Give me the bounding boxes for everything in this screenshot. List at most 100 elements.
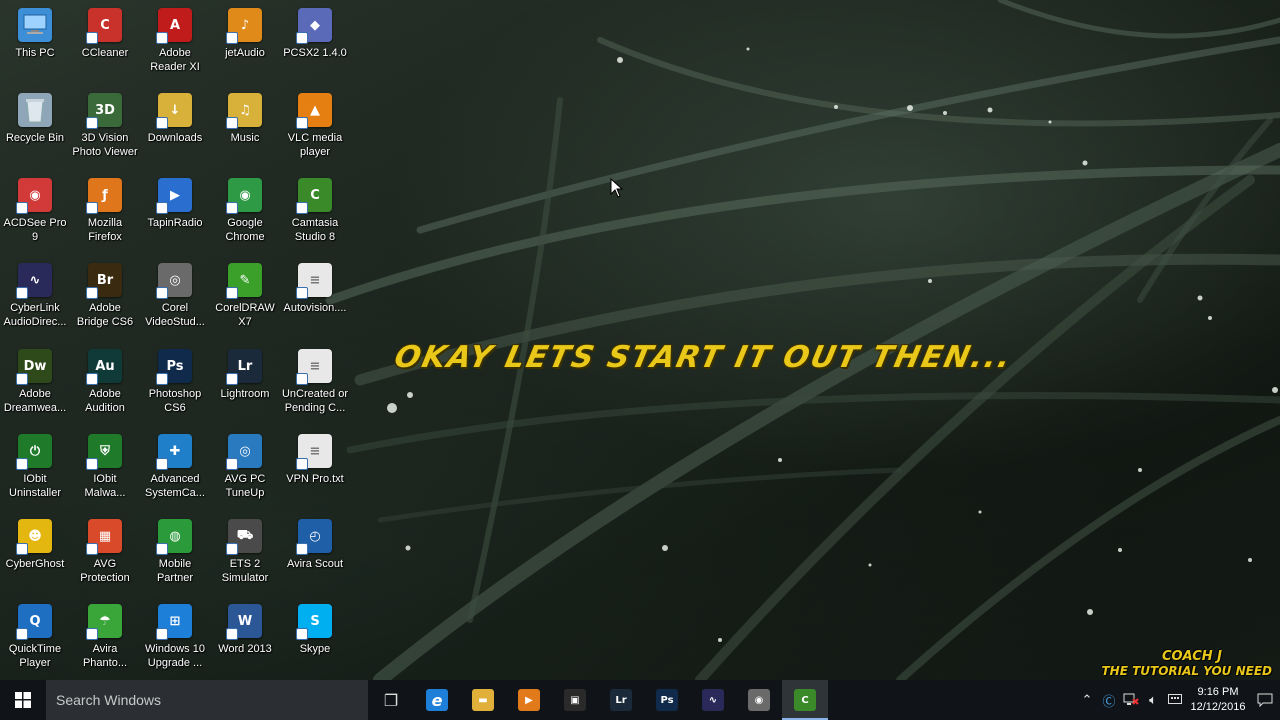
edge-button[interactable]: e [414, 680, 460, 720]
audiodirector-button[interactable]: ∿ [690, 680, 736, 720]
desktop-icon[interactable]: ◎ AVG PC TuneUp [210, 430, 280, 514]
volume-icon[interactable]: 🔈︎ [1142, 680, 1164, 720]
desktop-icon[interactable]: Recycle Bin [0, 89, 70, 173]
desktop-icon[interactable]: ◎ Corel VideoStud... [140, 259, 210, 343]
desktop-icon[interactable]: W Word 2013 [210, 600, 280, 680]
desktop-icon-label: Music [230, 132, 260, 144]
desktop-icon-label: Lightroom [220, 388, 270, 400]
desktop-icon[interactable]: ⊞ Windows 10 Upgrade ... [140, 600, 210, 680]
desktop-icon-label: Avira Scout [286, 558, 344, 570]
desktop-icon-label: Windows 10 Upgrade ... [145, 643, 205, 669]
lightroom-icon: Lr [610, 689, 632, 711]
desktop-icon[interactable]: ≡ VPN Pro.txt [280, 430, 350, 514]
desktop-icon-label: Adobe Dreamwea... [3, 388, 67, 414]
store-button[interactable]: ▣ [552, 680, 598, 720]
desktop-icon[interactable]: ◴ Avira Scout [280, 515, 350, 599]
desktop-icon[interactable]: Ps Photoshop CS6 [140, 345, 210, 429]
desktop-icon[interactable]: ≡ UnCreated or Pending C... [280, 345, 350, 429]
desktop-icon-label: jetAudio [225, 47, 265, 59]
desktop-icon[interactable]: ≡ Autovision.... [280, 259, 350, 343]
desktop-icon[interactable]: Dw Adobe Dreamwea... [0, 345, 70, 429]
desktop[interactable]: This PC Recycle Bin ◉ ACDSee Pro 9 ∿ CyberLin… [0, 0, 1280, 680]
camera-button[interactable]: ◉ [736, 680, 782, 720]
desktop-icon-label: 3D Vision Photo Viewer [72, 132, 138, 158]
cyberghost-icon: ☻ [16, 519, 52, 555]
desktop-icon[interactable]: ◍ Mobile Partner [140, 515, 210, 599]
tapinradio-icon: ▶ [156, 178, 192, 214]
adobe-reader-icon: A [156, 8, 192, 44]
overlay-caption: OKAY LETS START IT OUT THEN... [391, 340, 1016, 375]
taskbar: Search Windows ❐ e ▬ ▶ ▣ Lr Ps ∿ ◉ C ⌃ Ⓒ 🔈︎ 9:16 … [0, 680, 1280, 720]
desktop-icon[interactable]: ♫ Music [210, 89, 280, 173]
file-explorer-button[interactable]: ▬ [460, 680, 506, 720]
clock[interactable]: 9:16 PM 12/12/2016 [1186, 685, 1250, 715]
task-view-button[interactable]: ❐ [368, 680, 414, 720]
desktop-icon[interactable]: ∿ CyberLink AudioDirec... [0, 259, 70, 343]
desktop-icon[interactable]: ƒ Mozilla Firefox [70, 174, 140, 258]
desktop-icon[interactable]: ▲ VLC media player [280, 89, 350, 173]
acdsee-icon: ◉ [16, 178, 52, 214]
jetaudio-icon: ♪ [226, 8, 262, 44]
desktop-icon[interactable]: ↓ Downloads [140, 89, 210, 173]
input-indicator-icon[interactable] [1164, 680, 1186, 720]
desktop-icon[interactable]: ⛨ IObit Malwa... [70, 430, 140, 514]
lightroom-button[interactable]: Lr [598, 680, 644, 720]
desktop-icon[interactable]: ✎ CorelDRAW X7 [210, 259, 280, 343]
watermark: COACH J THE TUTORIAL YOU NEED [1101, 650, 1272, 679]
desktop-icon[interactable]: Au Adobe Audition [70, 345, 140, 429]
desktop-icon-label: AVG Protection [80, 558, 130, 584]
network-icon[interactable] [1120, 680, 1142, 720]
search-placeholder: Search Windows [56, 692, 162, 708]
desktop-icon[interactable]: C CCleaner [70, 4, 140, 88]
desktop-icon[interactable]: Br Adobe Bridge CS6 [70, 259, 140, 343]
desktop-icon-label: Recycle Bin [5, 132, 65, 144]
ccleaner-tray-icon[interactable]: Ⓒ [1098, 680, 1120, 720]
desktop-icon[interactable]: A Adobe Reader XI [140, 4, 210, 88]
photoshop-button[interactable]: Ps [644, 680, 690, 720]
desktop-icon-label: Corel VideoStud... [145, 302, 205, 328]
start-button[interactable] [0, 680, 46, 720]
mouse-cursor-icon [610, 178, 624, 198]
desktop-icon[interactable]: ☻ CyberGhost [0, 515, 70, 599]
desktop-icon[interactable]: ◉ ACDSee Pro 9 [0, 174, 70, 258]
avg-tuneup-icon: ◎ [226, 434, 262, 470]
desktop-icon-label: ACDSee Pro 9 [3, 217, 67, 243]
desktop-icon-label: Mozilla Firefox [87, 217, 123, 243]
pinned-apps: ❐ e ▬ ▶ ▣ Lr Ps ∿ ◉ C [368, 680, 828, 720]
desktop-icon[interactable]: Q QuickTime Player [0, 600, 70, 680]
desktop-icon[interactable]: ♪ jetAudio [210, 4, 280, 88]
desktop-icon[interactable]: ▦ AVG Protection [70, 515, 140, 599]
desktop-icon-label: VPN Pro.txt [286, 473, 344, 485]
desktop-icon[interactable]: ⛟ ETS 2 Simulator [210, 515, 280, 599]
search-input[interactable]: Search Windows [46, 680, 368, 720]
desktop-icon[interactable]: ◆ PCSX2 1.4.0 [280, 4, 350, 88]
chevron-up-icon[interactable]: ⌃ [1076, 680, 1098, 720]
desktop-icon[interactable]: ✚ Advanced SystemCa... [140, 430, 210, 514]
desktop-icon[interactable]: ⏻ IObit Uninstaller [0, 430, 70, 514]
action-center-icon[interactable] [1250, 680, 1280, 720]
folder-icon: ↓ [156, 93, 192, 129]
desktop-icon[interactable]: 3D 3D Vision Photo Viewer [70, 89, 140, 173]
desktop-icon[interactable]: S Skype [280, 600, 350, 680]
text-file-icon: ≡ [296, 349, 332, 385]
corel-videostudio-icon: ◎ [156, 263, 192, 299]
avg-icon: ▦ [86, 519, 122, 555]
mobile-partner-icon: ◍ [156, 519, 192, 555]
desktop-icon[interactable]: ▶ TapinRadio [140, 174, 210, 258]
coreldraw-icon: ✎ [226, 263, 262, 299]
desktop-icon[interactable]: ☂ Avira Phanto... [70, 600, 140, 680]
desktop-icon-label: CyberGhost [5, 558, 65, 570]
desktop-icon[interactable]: Lr Lightroom [210, 345, 280, 429]
desktop-icon[interactable]: This PC [0, 4, 70, 88]
file-explorer-icon: ▬ [472, 689, 494, 711]
skype-icon: S [296, 604, 332, 640]
desktop-icon-label: TapinRadio [147, 217, 203, 229]
word-icon: W [226, 604, 262, 640]
lightroom-icon: Lr [226, 349, 262, 385]
desktop-icon[interactable]: C Camtasia Studio 8 [280, 174, 350, 258]
desktop-icon-label: Skype [299, 643, 331, 655]
media-player-button[interactable]: ▶ [506, 680, 552, 720]
desktop-icon[interactable]: ◉ Google Chrome [210, 174, 280, 258]
quicktime-icon: Q [16, 604, 52, 640]
camtasia-button[interactable]: C [782, 680, 828, 720]
